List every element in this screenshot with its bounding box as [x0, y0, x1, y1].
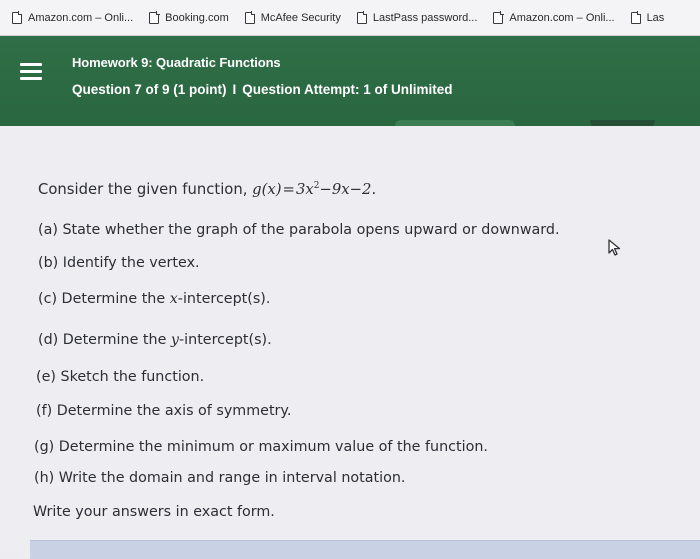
part-c-suffix: -intercept(s). — [177, 291, 271, 307]
part-h: (h) Write the domain and range in interv… — [34, 470, 405, 486]
bookmark-mcafee[interactable]: McAfee Security — [244, 11, 341, 24]
document-icon — [12, 11, 23, 24]
assignment-header: Homework 9: Quadratic Functions Question… — [0, 36, 700, 130]
part-a-text: (a) State whether the graph of the parab… — [38, 222, 560, 238]
bookmark-label: Amazon.com – Onli... — [28, 11, 134, 24]
answer-area-edge — [30, 540, 700, 559]
question-attempt: Question Attempt: 1 of Unlimited — [242, 82, 453, 97]
part-c-variable: x — [169, 291, 178, 307]
function-equation: g(x)=3x2−9x−2 — [252, 181, 372, 198]
homework-title: Homework 9: Quadratic Functions — [72, 55, 281, 70]
part-d-suffix: -intercept(s). — [179, 332, 272, 348]
function-lhs: g(x) — [252, 181, 282, 198]
part-d-variable: y — [170, 332, 179, 348]
function-end: . — [371, 181, 377, 198]
part-f: (f) Determine the axis of symmetry. — [36, 403, 291, 419]
hamburger-menu-icon[interactable] — [20, 63, 46, 81]
part-c: (c) Determine the x-intercept(s). — [38, 291, 270, 307]
part-e-text: (e) Sketch the function. — [36, 369, 205, 385]
part-d-text: (d) Determine the — [38, 332, 171, 348]
bookmark-label: Amazon.com – Onli... — [509, 11, 615, 24]
function-coef: 3x — [295, 181, 314, 198]
document-icon — [149, 11, 160, 24]
part-h-text: (h) Write the domain and range in interv… — [34, 470, 406, 486]
bookmark-lastpass-truncated[interactable]: Las — [630, 11, 665, 24]
part-a: (a) State whether the graph of the parab… — [38, 222, 560, 238]
document-icon — [493, 11, 504, 24]
bookmark-amazon-1[interactable]: Amazon.com – Onli... — [12, 11, 134, 24]
function-rest: −9x−2 — [319, 181, 372, 198]
part-b-text: (b) Identify the vertex. — [38, 255, 200, 271]
document-icon — [244, 11, 256, 24]
bookmarks-bar: Amazon.com – Onli... Booking.com McAfee … — [0, 0, 700, 36]
part-e: (e) Sketch the function. — [36, 369, 204, 385]
bookmark-label: Las — [646, 11, 665, 24]
info-separator: I — [232, 82, 237, 97]
bookmark-label: Booking.com — [165, 11, 229, 24]
bookmark-booking[interactable]: Booking.com — [149, 11, 229, 24]
intro-text: Consider the given function, — [38, 181, 248, 198]
answer-instructions: Write your answers in exact form. — [33, 504, 275, 520]
bookmark-amazon-2[interactable]: Amazon.com – Onli... — [493, 11, 615, 24]
bookmark-lastpass[interactable]: LastPass password... — [356, 11, 478, 24]
part-f-text: (f) Determine the axis of symmetry. — [36, 403, 292, 419]
question-info: Question 7 of 9 (1 point) I Question Attem… — [72, 82, 453, 97]
bookmark-label: LastPass password... — [372, 11, 478, 24]
mouse-cursor-icon — [608, 239, 621, 256]
part-g: (g) Determine the minimum or maximum val… — [34, 439, 488, 455]
part-d: (d) Determine the y-intercept(s). — [38, 332, 272, 348]
part-c-text: (c) Determine the — [38, 291, 170, 307]
footer-text: Write your answers in exact form. — [33, 504, 275, 520]
bookmark-label: McAfee Security — [260, 11, 341, 24]
part-b: (b) Identify the vertex. — [38, 255, 200, 271]
document-icon — [356, 11, 368, 24]
question-progress: Question 7 of 9 (1 point) — [72, 82, 227, 97]
question-intro: Consider the given function, g(x)=3x2−9x… — [38, 181, 376, 198]
part-g-text: (g) Determine the minimum or maximum val… — [34, 439, 488, 455]
document-icon — [630, 11, 641, 24]
